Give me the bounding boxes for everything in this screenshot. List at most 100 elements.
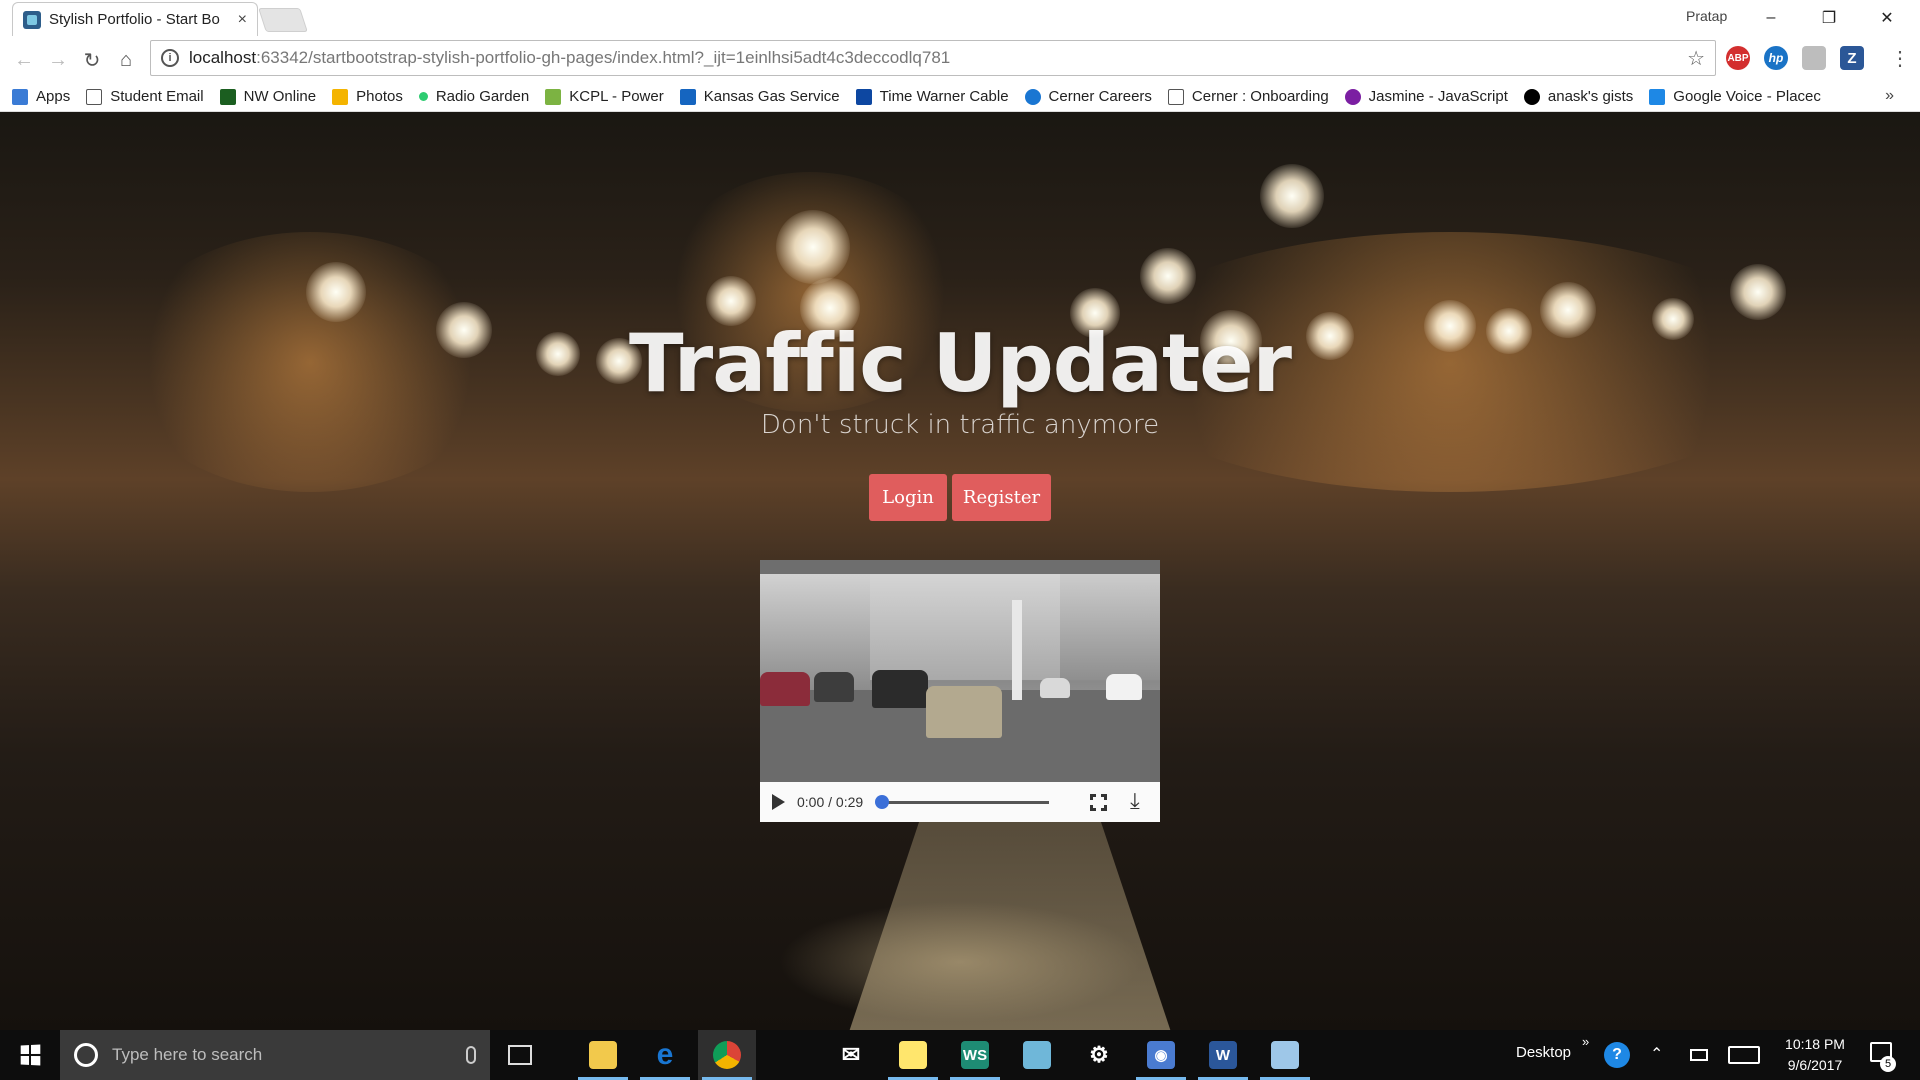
profile-name[interactable]: Pratap bbox=[1686, 8, 1727, 24]
microphone-icon[interactable] bbox=[466, 1046, 476, 1064]
bokeh-light bbox=[1260, 164, 1324, 228]
reload-icon[interactable]: ↻ bbox=[78, 46, 106, 74]
desktop-toolbar-label[interactable]: Desktop bbox=[1516, 1044, 1571, 1061]
bookmark-label: Apps bbox=[36, 88, 71, 105]
bookmarks-overflow-icon[interactable]: » bbox=[1885, 87, 1894, 105]
back-arrow-icon[interactable]: ← bbox=[10, 46, 38, 74]
taskbar-clock[interactable]: 10:18 PM 9/6/2017 bbox=[1770, 1034, 1860, 1076]
browser-titlebar: Stylish Portfolio - Start Bo × Pratap – … bbox=[0, 0, 1920, 36]
seekbar-handle[interactable] bbox=[875, 794, 890, 809]
site-info-icon[interactable]: i bbox=[161, 49, 179, 67]
apps-grid-icon bbox=[12, 88, 28, 105]
keyboard-icon[interactable] bbox=[1728, 1046, 1760, 1064]
bookmark-label: Photos bbox=[356, 88, 403, 105]
play-icon[interactable] bbox=[772, 794, 785, 810]
home-icon[interactable]: ⌂ bbox=[112, 46, 140, 74]
taskbar-app[interactable]: ✉ bbox=[822, 1030, 880, 1080]
settings-icon: ⚙ bbox=[1089, 1042, 1109, 1067]
taskbar-app[interactable] bbox=[760, 1030, 818, 1080]
url-path: :63342/startbootstrap-stylish-portfolio-… bbox=[256, 48, 951, 67]
bookmark-nw-online[interactable]: NW Online bbox=[219, 88, 317, 105]
task-view-icon[interactable] bbox=[508, 1045, 532, 1065]
clock-date: 9/6/2017 bbox=[1787, 1057, 1843, 1073]
fullscreen-icon[interactable] bbox=[1090, 794, 1107, 811]
play-icon bbox=[855, 88, 872, 105]
bookmark-student-email[interactable]: Student Email bbox=[86, 88, 204, 105]
video-car bbox=[872, 670, 928, 708]
hp-icon[interactable]: hp bbox=[1764, 46, 1788, 70]
url-text[interactable]: localhost:63342/startbootstrap-stylish-p… bbox=[189, 48, 1687, 68]
register-button[interactable]: Register bbox=[952, 474, 1051, 521]
bookmark-cerner-onboarding[interactable]: Cerner : Onboarding bbox=[1167, 88, 1329, 105]
jasmine-icon bbox=[1344, 88, 1361, 105]
video-seekbar[interactable] bbox=[875, 794, 1050, 809]
close-window-button[interactable]: ✕ bbox=[1864, 4, 1910, 32]
bookmark-label: Google Voice - Placec bbox=[1673, 88, 1821, 105]
video-time: 0:00 / 0:29 bbox=[797, 794, 864, 810]
taskbar-app[interactable] bbox=[1008, 1030, 1066, 1080]
bookmark-apps[interactable]: Apps bbox=[12, 88, 70, 105]
taskbar-app[interactable]: ◉ bbox=[1132, 1030, 1190, 1080]
new-tab-button[interactable] bbox=[258, 8, 308, 32]
zotero-icon[interactable]: Z bbox=[1840, 46, 1864, 70]
help-icon[interactable]: ? bbox=[1604, 1042, 1630, 1068]
taskbar-app[interactable]: e bbox=[636, 1030, 694, 1080]
bookmark-anask-gists[interactable]: anask's gists bbox=[1523, 88, 1633, 105]
webstorm-icon: WS bbox=[961, 1041, 989, 1069]
bookmark-radio-garden[interactable]: Radio Garden bbox=[418, 88, 529, 105]
taskbar-app[interactable]: W bbox=[1194, 1030, 1252, 1080]
taskbar-app[interactable] bbox=[574, 1030, 632, 1080]
sticky-notes-icon bbox=[899, 1041, 927, 1069]
taskbar-app[interactable]: ⚙ bbox=[1070, 1030, 1128, 1080]
n-icon bbox=[219, 88, 236, 105]
video-car bbox=[1106, 674, 1142, 700]
page-icon bbox=[86, 88, 103, 105]
puzzle-icon[interactable] bbox=[1802, 46, 1826, 70]
chrome-icon bbox=[713, 1041, 741, 1069]
taskbar-app[interactable] bbox=[884, 1030, 942, 1080]
app-circle-icon: ◉ bbox=[1147, 1041, 1175, 1069]
address-bar[interactable]: i localhost:63342/startbootstrap-stylish… bbox=[150, 40, 1716, 76]
bookmark-label: Kansas Gas Service bbox=[703, 88, 840, 105]
bookmarks-bar: Apps Student Email NW Online Photos Radio Ga… bbox=[0, 82, 1920, 112]
taskbar-app[interactable] bbox=[698, 1030, 756, 1080]
bookmark-label: Jasmine - JavaScript bbox=[1368, 88, 1508, 105]
forward-arrow-icon[interactable]: → bbox=[44, 46, 72, 74]
bookmark-label: NW Online bbox=[243, 88, 317, 105]
cortana-icon[interactable] bbox=[74, 1043, 98, 1067]
bookmark-photos[interactable]: Photos bbox=[332, 88, 403, 105]
video-player[interactable]: 0:00 / 0:29 ⤓ bbox=[760, 560, 1160, 822]
taskbar-app[interactable]: WS bbox=[946, 1030, 1004, 1080]
bookmark-star-icon[interactable]: ☆ bbox=[1687, 46, 1705, 71]
taskbar-app[interactable] bbox=[1256, 1030, 1314, 1080]
taskbar-search[interactable]: Type here to search bbox=[60, 1030, 490, 1080]
browser-tab[interactable]: Stylish Portfolio - Start Bo × bbox=[12, 2, 258, 36]
restore-button[interactable]: ❐ bbox=[1806, 4, 1852, 32]
battery-icon[interactable] bbox=[1690, 1049, 1708, 1061]
bokeh-light bbox=[306, 262, 366, 322]
tab-close-icon[interactable]: × bbox=[238, 11, 247, 29]
search-placeholder[interactable]: Type here to search bbox=[112, 1045, 466, 1065]
login-button[interactable]: Login bbox=[869, 474, 947, 521]
bookmark-kcpl-power[interactable]: KCPL - Power bbox=[545, 88, 664, 105]
url-host: localhost bbox=[189, 48, 257, 67]
bookmark-label: Student Email bbox=[110, 88, 204, 105]
kebab-menu-icon[interactable]: ⋮ bbox=[1890, 46, 1910, 71]
bookmark-time-warner-cable[interactable]: Time Warner Cable bbox=[855, 88, 1009, 105]
minimize-button[interactable]: – bbox=[1748, 4, 1794, 32]
bookmark-label: KCPL - Power bbox=[569, 88, 664, 105]
bookmark-kansas-gas-service[interactable]: Kansas Gas Service bbox=[679, 88, 840, 105]
bookmark-jasmine-javascript[interactable]: Jasmine - JavaScript bbox=[1344, 88, 1508, 105]
bookmark-cerner-careers[interactable]: Cerner Careers bbox=[1024, 88, 1152, 105]
abp-icon[interactable]: ABP bbox=[1726, 46, 1750, 70]
download-icon[interactable]: ⤓ bbox=[1130, 790, 1140, 812]
video-car bbox=[814, 672, 854, 702]
github-icon bbox=[1523, 88, 1540, 105]
bookmark-google-voice[interactable]: Google Voice - Placec bbox=[1649, 88, 1821, 105]
toolbar-overflow-icon[interactable]: » bbox=[1582, 1034, 1589, 1049]
tab-title: Stylish Portfolio - Start Bo bbox=[49, 11, 220, 28]
chevron-up-icon[interactable]: ⌃ bbox=[1650, 1044, 1663, 1064]
bookmark-label: Time Warner Cable bbox=[879, 88, 1009, 105]
start-button[interactable] bbox=[0, 1030, 60, 1080]
video-thumbnail[interactable] bbox=[760, 560, 1160, 782]
